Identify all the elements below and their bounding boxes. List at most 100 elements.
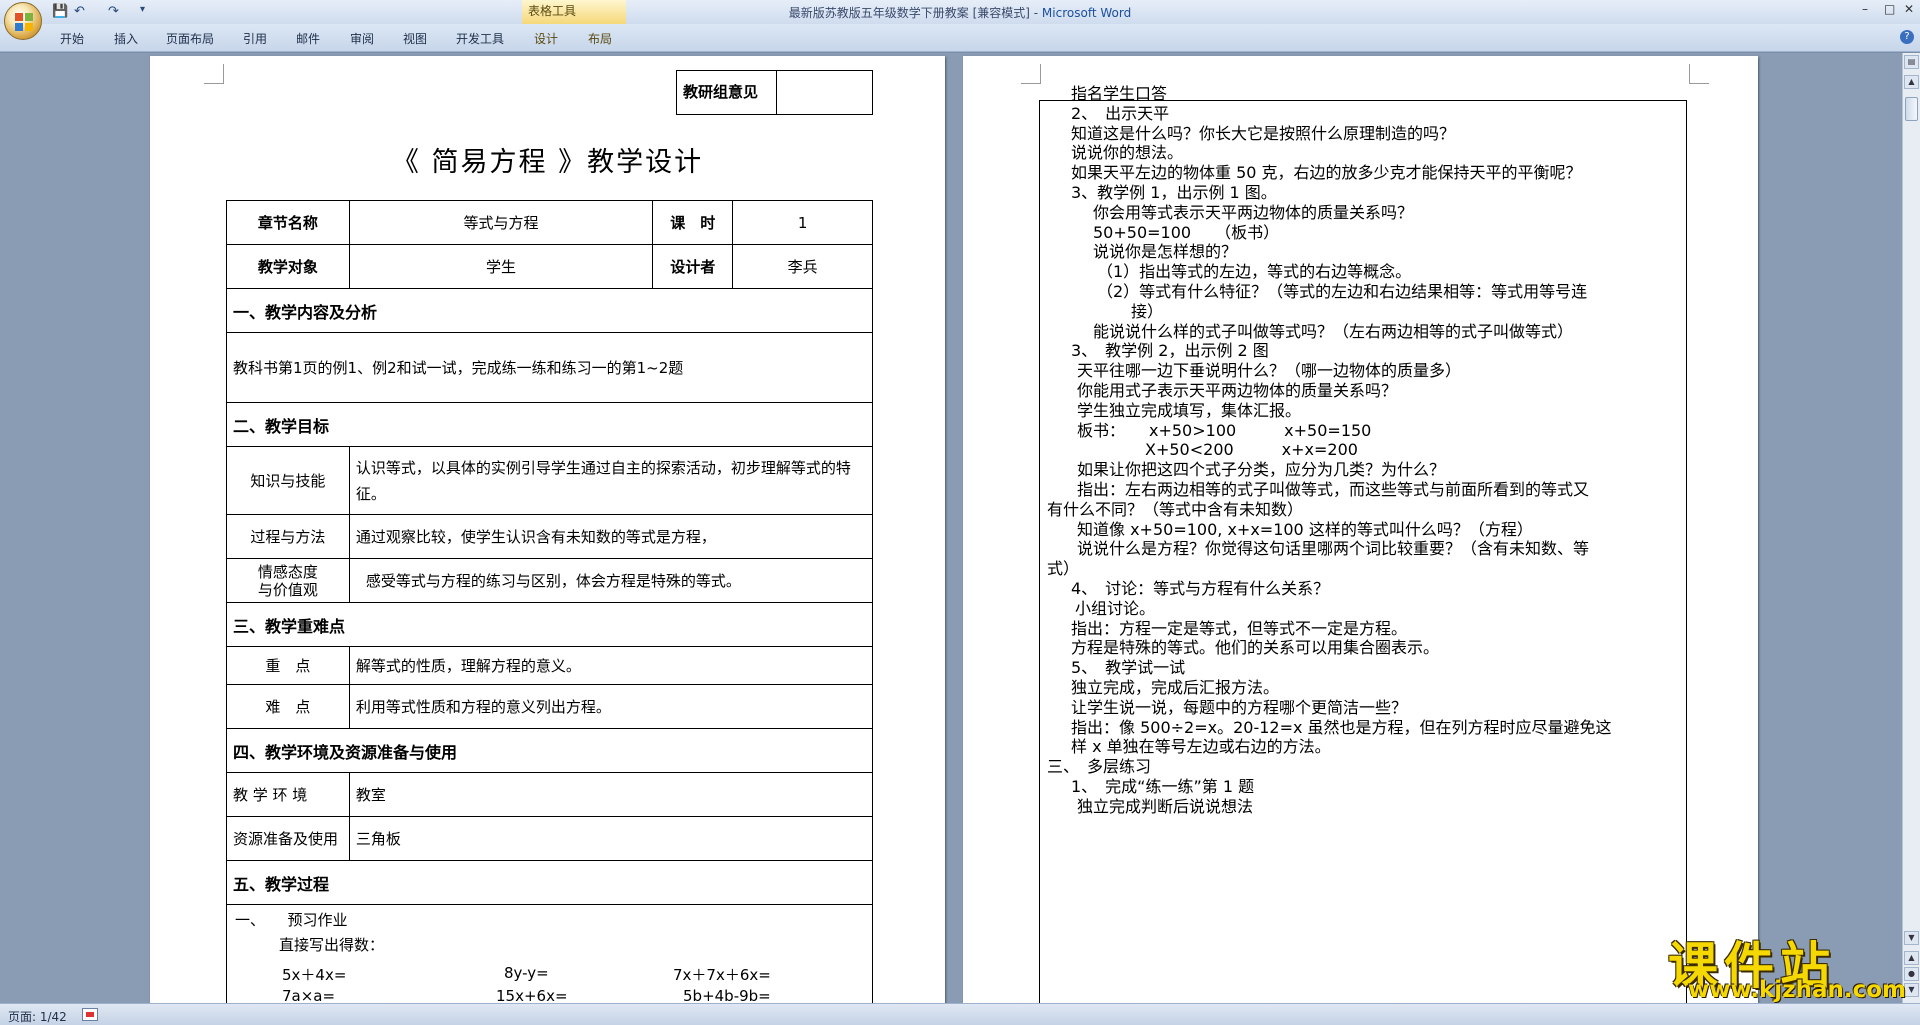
exercise-item: 8y-y= [504,964,549,982]
page2-line: 1、 完成“练一练”第 1 题 [1071,777,1255,796]
page2-line: 50+50=100 （板书） [1093,222,1280,242]
select-browse-object-icon[interactable]: ● [1904,967,1919,981]
key-point-text[interactable]: 解等式的性质，理解方程的意义。 [348,646,874,685]
page2-line: 如果让你把这四个式子分类，应分为几类？为什么？ [1077,460,1446,480]
document-workspace: 教研组意见 《 简易方程 》教学设计 章节名称 等式与方程 课 时 1 教学对象… [0,53,1902,1003]
table-tools-label: 表格工具 [522,0,626,24]
tab-layout[interactable]: 布局 [588,30,612,47]
section-heading: 五、教学过程 [226,860,873,905]
page2-line: （1）指出等式的左边，等式的右边等概念。 [1097,262,1412,282]
window-title: 最新版苏教版五年级数学下册教案 [兼容模式] - Microsoft Word [788,6,1132,20]
page2-line: 5、 教学试一试 [1071,658,1186,678]
goal-attitude-label-line1: 情感态度 [257,562,318,581]
exercise-item: 15x+6x= [496,987,568,1003]
page2-line: 你能用式子表示天平两边物体的质量关系吗？ [1077,381,1398,400]
proofing-status-icon[interactable] [82,1008,98,1021]
close-icon[interactable]: ✕ [1904,2,1914,16]
exercise-item: 5x＋4x= [282,966,347,984]
designer-label: 设计者 [652,244,734,289]
page2-line: 知道像 x+50=100, x+x=100 这样的等式叫什么吗？（方程） [1077,519,1533,539]
office-button[interactable] [4,2,42,40]
page2-line: 说说什么是方程？你觉得这句话里哪两个词比较重要？（含有未知数、等 [1077,539,1590,559]
tab-review[interactable]: 审阅 [350,30,374,47]
goal-process-text[interactable]: 通过观察比较，使学生认识含有未知数的等式是方程， [348,514,874,559]
research-group-opinion-label: 教研组意见 [677,71,777,114]
environment-value[interactable]: 教室 [348,772,874,817]
ruler-toggle-icon[interactable]: ▤ [1904,55,1919,69]
document-page-2: 指名学生口答 2、 出示天平 知道这是什么吗？你长大它是按照什么原理制造的吗？ 说说你… [963,56,1758,1003]
page2-line: 能说说什么样的式子叫做等式吗？（左右两边相等的式子叫做等式） [1093,321,1574,341]
goal-knowledge-text[interactable]: 认识等式，以具体的实例引导学生通过自主的探索活动，初步理解等式的特征。 [348,446,874,515]
page2-line: 让学生说一说，每题中的方程哪个更简洁一些？ [1071,697,1408,717]
section-heading: 三、教学重难点 [226,602,873,647]
page2-line: 有什么不同？（等式中含有未知数） [1047,499,1304,519]
restore-icon[interactable]: □ [1884,2,1895,16]
section-heading: 一、教学内容及分析 [226,288,873,333]
tab-page-layout[interactable]: 页面布局 [166,30,214,47]
tab-references[interactable]: 引用 [243,30,267,47]
page2-line: 3、教学例 1，出示例 1 图。 [1071,183,1277,202]
environment-label: 教 学 环 境 [226,772,350,817]
content-analysis-text[interactable]: 教科书第1页的例1、例2和试一试，完成练一练和练习一的第1~2题 [226,332,873,403]
page2-line: 独立完成，完成后汇报方法。 [1071,678,1280,697]
page2-line: 板书： x+50>100 x+50=150 [1077,420,1372,440]
tab-mailings[interactable]: 邮件 [296,30,320,47]
page2-line: 你会用等式表示天平两边物体的质量关系吗？ [1093,202,1414,222]
preview-homework-heading: 一、 预习作业 [235,911,348,929]
page2-line: 三、 多层练习 [1047,757,1152,777]
crop-mark [1021,64,1041,84]
audience-value[interactable]: 学生 [348,244,654,289]
watermark-logo: 课件站 www.kjzhan.com [1668,926,1906,1003]
tab-design[interactable]: 设计 [534,30,558,47]
minimize-icon[interactable]: – [1862,2,1868,16]
scroll-thumb[interactable] [1905,97,1918,121]
page-counter[interactable]: 页面: 1/42 [8,1008,67,1025]
next-page-icon[interactable]: ▼ [1904,983,1919,997]
redo-icon[interactable]: ↷ [108,4,119,19]
tab-insert[interactable]: 插入 [114,30,138,47]
page2-line: 2、 出示天平 [1071,103,1170,123]
page2-line: 如果天平左边的物体重 50 克，右边的放多少克才能保持天平的平衡呢？ [1071,163,1582,183]
difficult-point-text[interactable]: 利用等式性质和方程的意义列出方程。 [348,684,874,729]
crop-mark [1689,64,1709,84]
section-heading: 二、教学目标 [226,402,873,447]
tab-developer[interactable]: 开发工具 [456,30,504,47]
scroll-down-arrow-icon[interactable]: ▼ [1904,931,1919,945]
page2-line: 指出：方程一定是等式，但等式不一定是方程。 [1071,618,1408,638]
class-hours-value[interactable]: 1 [732,200,873,245]
chapter-name-value[interactable]: 等式与方程 [348,200,654,245]
goal-attitude-label: 情感态度 与价值观 [226,558,350,603]
page2-line: 说说你的想法。 [1071,143,1184,163]
word-window: 最新版苏教版五年级数学下册教案 [兼容模式] - Microsoft Word … [0,0,1920,1025]
chapter-name-label: 章节名称 [226,200,350,245]
quick-access-dropdown-icon[interactable]: ▾ [140,4,145,15]
help-icon[interactable]: ? [1900,30,1914,44]
status-bar: 页面: 1/42 [0,1003,1920,1025]
page2-line: 接） [1131,301,1164,321]
resources-value[interactable]: 三角板 [348,816,874,861]
goal-attitude-text[interactable]: 感受等式与方程的练习与区别，体会方程是特殊的等式。 [348,558,874,603]
designer-value[interactable]: 李兵 [732,244,873,289]
undo-icon[interactable]: ↶ [74,4,85,19]
difficult-point-label: 难 点 [226,684,350,729]
crop-mark [204,64,224,84]
vertical-scrollbar[interactable]: ▤ ▲ ▼ ▲ ● ▼ [1902,53,1920,1003]
scroll-up-arrow-icon[interactable]: ▲ [1904,75,1919,89]
page2-line: 3、 教学例 2，出示例 2 图 [1071,341,1269,361]
ribbon-tabs: 开始 插入 页面布局 引用 邮件 审阅 视图 开发工具 设计 布局 [0,24,1920,52]
section-heading: 四、教学环境及资源准备与使用 [226,728,873,773]
page2-line: 式） [1047,559,1080,579]
previous-page-icon[interactable]: ▲ [1904,951,1919,965]
page2-line: 学生独立完成填写，集体汇报。 [1077,400,1302,420]
tab-view[interactable]: 视图 [403,30,427,47]
page2-line: 指出：像 500÷2=x。20-12=x 虽然也是方程，但在列方程时应尽量避免这 [1071,717,1612,737]
lesson-plan-table: 章节名称 等式与方程 课 时 1 教学对象 学生 设计者 李兵 一、教学内容及分… [226,200,874,1003]
page2-line: 指名学生口答 [1071,84,1168,103]
save-icon[interactable]: 💾 [52,4,68,19]
goal-process-label: 过程与方法 [226,514,350,559]
page2-line: 独立完成判断后说说想法 [1077,796,1254,816]
title-bar: 最新版苏教版五年级数学下册教案 [兼容模式] - Microsoft Word … [0,0,1920,24]
goal-knowledge-label: 知识与技能 [226,446,350,515]
tab-home[interactable]: 开始 [60,30,84,47]
preview-instructions: 直接写出得数： [279,936,385,954]
